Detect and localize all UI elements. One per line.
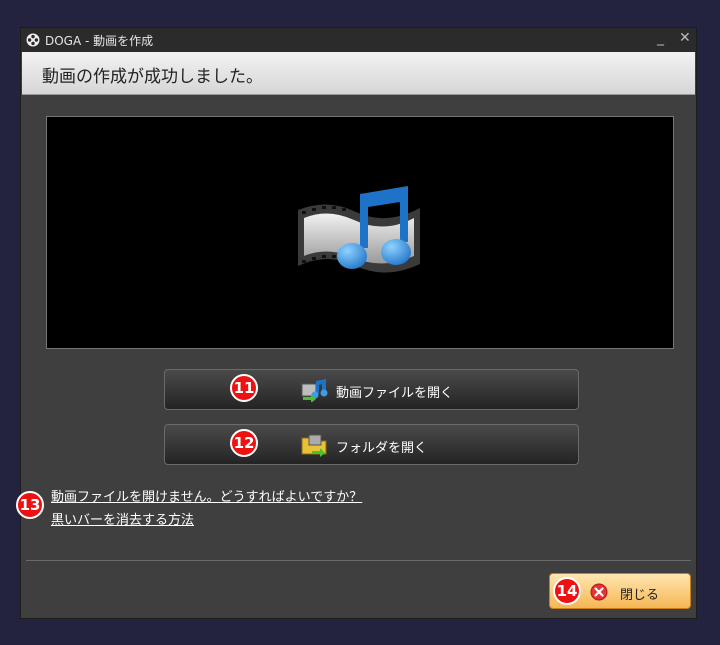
video-preview	[46, 116, 674, 349]
close-button-label: 閉じる	[620, 588, 660, 603]
folder-icon	[301, 434, 327, 457]
help-link-cannot-open[interactable]: 動画ファイルを開けません。どうすればよいですか？	[51, 486, 362, 505]
callout-13: 13	[16, 491, 44, 519]
title-bar: DOGA - 動画を作成 _ ✕	[21, 28, 696, 52]
callout-11: 11	[230, 374, 258, 402]
status-banner: 動画の作成が成功しました。	[22, 52, 695, 95]
window-title: DOGA - 動画を作成	[45, 34, 154, 48]
close-window-button[interactable]: ✕	[679, 30, 691, 46]
film-reel-icon	[26, 33, 40, 47]
doga-dialog: DOGA - 動画を作成 _ ✕ 動画の作成が成功しました。 動画ファイルを開く…	[20, 27, 697, 619]
minimize-button[interactable]: _	[657, 30, 664, 46]
callout-14: 14	[553, 577, 581, 605]
success-message: 動画の作成が成功しました。	[42, 67, 263, 87]
open-video-file-label: 動画ファイルを開く	[336, 386, 454, 401]
callout-12: 12	[230, 429, 258, 457]
close-x-icon	[590, 583, 608, 601]
open-folder-label: フォルダを開く	[336, 441, 428, 456]
footer-divider	[26, 560, 691, 561]
open-folder-button[interactable]: フォルダを開く	[164, 424, 579, 465]
film-music-icon	[298, 186, 420, 273]
open-video-file-button[interactable]: 動画ファイルを開く	[164, 369, 579, 410]
help-link-remove-black-bars[interactable]: 黒いバーを消去する方法	[51, 509, 194, 528]
video-file-icon	[301, 379, 328, 402]
